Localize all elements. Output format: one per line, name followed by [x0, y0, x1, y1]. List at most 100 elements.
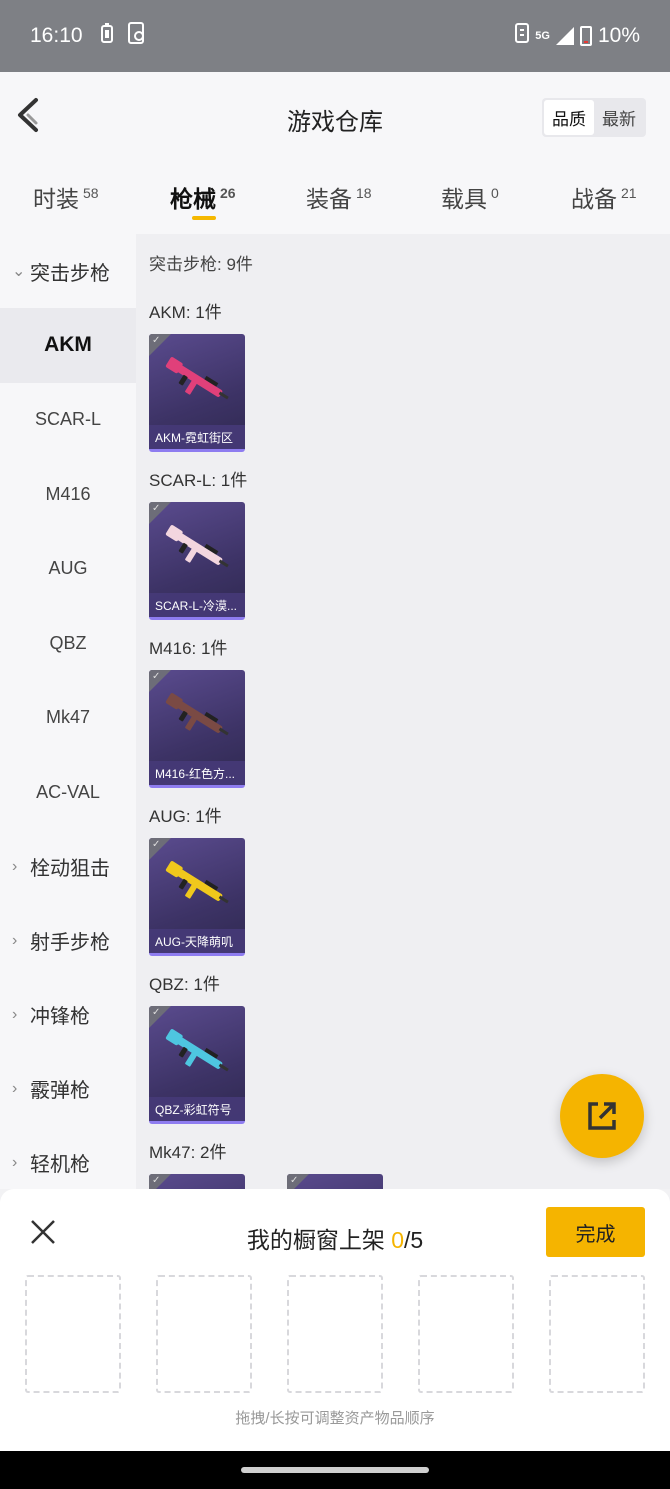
section-header: M416: 1件: [149, 639, 228, 658]
status-bar: 16:10 5G 10%: [0, 0, 670, 72]
tab-fashion[interactable]: 时装 58: [33, 180, 99, 214]
tab-count: 26: [220, 185, 236, 202]
showcase-panel: 我的橱窗上架 0/5 完成 拖拽/长按可调整资产物品顺序: [0, 1189, 670, 1451]
sidebar-item-m416[interactable]: M416: [0, 457, 136, 532]
signal-icon: [555, 27, 574, 45]
tab-active-indicator: [192, 216, 216, 220]
sidebar-item-mk47[interactable]: Mk47: [0, 681, 136, 756]
rifle-icon: [165, 861, 229, 904]
sidebar-item-scar-l[interactable]: SCAR-L: [0, 383, 136, 458]
item-cards: ✓ AUG-天降萌叽: [149, 838, 670, 956]
battery-icon: [579, 26, 592, 46]
weapon-sidebar: ⌄ 突击步枪 AKM SCAR-L M416 AUG QBZ Mk47 AC-V…: [0, 234, 136, 1189]
sidebar-category-dmr[interactable]: › 射手步枪: [0, 904, 136, 978]
battery-saver-icon: [100, 23, 113, 49]
sidebar-item-qbz[interactable]: QBZ: [0, 606, 136, 681]
section-header: QBZ: 1件: [149, 975, 220, 994]
tab-label: 装备: [306, 186, 352, 212]
card-label: AUG-天降萌叽: [149, 929, 245, 953]
tab-label: 载具: [441, 186, 487, 212]
chevron-right-icon: ›: [12, 931, 18, 949]
showcase-slot[interactable]: [25, 1275, 121, 1393]
check-icon: ✓: [152, 671, 161, 682]
tab-count: 0: [491, 185, 499, 202]
weapon-skin-card[interactable]: ✓ AUG-天降萌叽: [149, 838, 245, 956]
check-icon: ✓: [290, 1175, 299, 1186]
panel-count: 0: [391, 1227, 404, 1253]
sections-container: AKM: 1件 ✓ AKM-霓虹街区 SCAR-L: 1件 ✓ SCAR-L-冷漠... M…: [149, 298, 670, 1189]
share-button[interactable]: [560, 1074, 644, 1158]
sidebar-category-label: 突击步枪: [30, 262, 110, 285]
check-icon: ✓: [152, 335, 161, 346]
showcase-slot[interactable]: [287, 1275, 383, 1393]
tab-label: 战备: [571, 186, 617, 212]
card-label: QBZ-彩虹符号: [149, 1097, 245, 1121]
section-header: AKM: 1件: [149, 303, 222, 322]
showcase-slot[interactable]: [418, 1275, 514, 1393]
chevron-down-icon: ⌄: [12, 263, 26, 280]
sidebar-category-label: 霰弹枪: [30, 1080, 90, 1102]
sort-quality-button[interactable]: 品质: [544, 100, 594, 135]
sidebar-item-aug[interactable]: AUG: [0, 532, 136, 607]
weapon-list[interactable]: 突击步枪: 9件 AKM: 1件 ✓ AKM-霓虹街区 SCAR-L: 1件 ✓ SCAR…: [136, 234, 670, 1189]
sort-toggle: 品质 最新: [542, 98, 646, 137]
tab-supplies[interactable]: 战备 21: [571, 180, 637, 214]
tab-label: 时装: [33, 186, 79, 212]
tab-equipment[interactable]: 装备 18: [306, 180, 372, 214]
item-cards: ✓ M416-红色方...: [149, 670, 670, 788]
weapon-skin-card[interactable]: ✓ SCAR-L-冷漠...: [149, 502, 245, 620]
group-header: 突击步枪: 9件: [149, 255, 253, 274]
sidebar-category-shotgun[interactable]: › 霰弹枪: [0, 1052, 136, 1126]
sort-newest-button[interactable]: 最新: [594, 100, 644, 135]
item-cards: ✓ ✓: [149, 1174, 670, 1189]
vibrate-icon: [515, 23, 530, 49]
sidebar-category-assault-rifle[interactable]: ⌄ 突击步枪: [0, 234, 136, 308]
weapon-skin-card[interactable]: ✓ M416-红色方...: [149, 670, 245, 788]
chevron-right-icon: ›: [12, 1005, 18, 1023]
sidebar-item-akm[interactable]: AKM: [0, 308, 136, 383]
check-icon: ✓: [152, 503, 161, 514]
check-icon: ✓: [152, 1007, 161, 1018]
panel-total: /5: [404, 1227, 424, 1253]
system-nav-bar: [0, 1451, 670, 1489]
weapon-skin-card[interactable]: ✓: [149, 1174, 245, 1189]
sidebar-category-label: 轻机枪: [30, 1154, 90, 1176]
app-header: 游戏仓库 品质 最新: [0, 72, 670, 162]
weapon-skin-card[interactable]: ✓ AKM-霓虹街区: [149, 334, 245, 452]
tab-count: 58: [83, 185, 99, 202]
external-link-icon: [588, 1102, 616, 1130]
showcase-slot[interactable]: [549, 1275, 645, 1393]
tab-count: 18: [356, 185, 372, 202]
card-label: M416-红色方...: [149, 761, 245, 785]
section-header: SCAR-L: 1件: [149, 471, 248, 490]
chevron-right-icon: ›: [12, 857, 18, 875]
tab-guns[interactable]: 枪械 26: [170, 180, 236, 220]
home-indicator[interactable]: [241, 1467, 429, 1473]
showcase-slot[interactable]: [156, 1275, 252, 1393]
battery-percent: 10%: [597, 24, 640, 47]
sidebar-category-smg[interactable]: › 冲锋枪: [0, 978, 136, 1052]
tab-vehicles[interactable]: 载具 0: [441, 180, 499, 214]
sidebar-category-lmg[interactable]: › 轻机枪: [0, 1126, 136, 1190]
showcase-slots: [25, 1275, 645, 1393]
rifle-icon: [165, 693, 229, 736]
panel-hint: 拖拽/长按可调整资产物品顺序: [235, 1410, 435, 1427]
item-cards: ✓ AKM-霓虹街区: [149, 334, 670, 452]
tab-count: 21: [621, 185, 637, 202]
rifle-icon: [165, 357, 229, 400]
section-header: AUG: 1件: [149, 807, 222, 826]
weapon-skin-card[interactable]: ✓: [287, 1174, 383, 1189]
check-icon: ✓: [152, 839, 161, 850]
card-label: SCAR-L-冷漠...: [149, 593, 245, 617]
weapon-skin-card[interactable]: ✓ QBZ-彩虹符号: [149, 1006, 245, 1124]
sidebar-item-ac-val[interactable]: AC-VAL: [0, 755, 136, 830]
network-type: 5G: [535, 30, 550, 42]
tab-label: 枪械: [170, 186, 216, 212]
done-button[interactable]: 完成: [546, 1207, 645, 1257]
status-time: 16:10: [30, 24, 83, 47]
chevron-right-icon: ›: [12, 1079, 18, 1097]
sidebar-category-label: 栓动狙击: [30, 858, 110, 880]
sidebar-category-label: 射手步枪: [30, 932, 110, 954]
sidebar-category-bolt-sniper[interactable]: › 栓动狙击: [0, 830, 136, 904]
panel-title-text: 我的橱窗上架: [246, 1227, 392, 1253]
